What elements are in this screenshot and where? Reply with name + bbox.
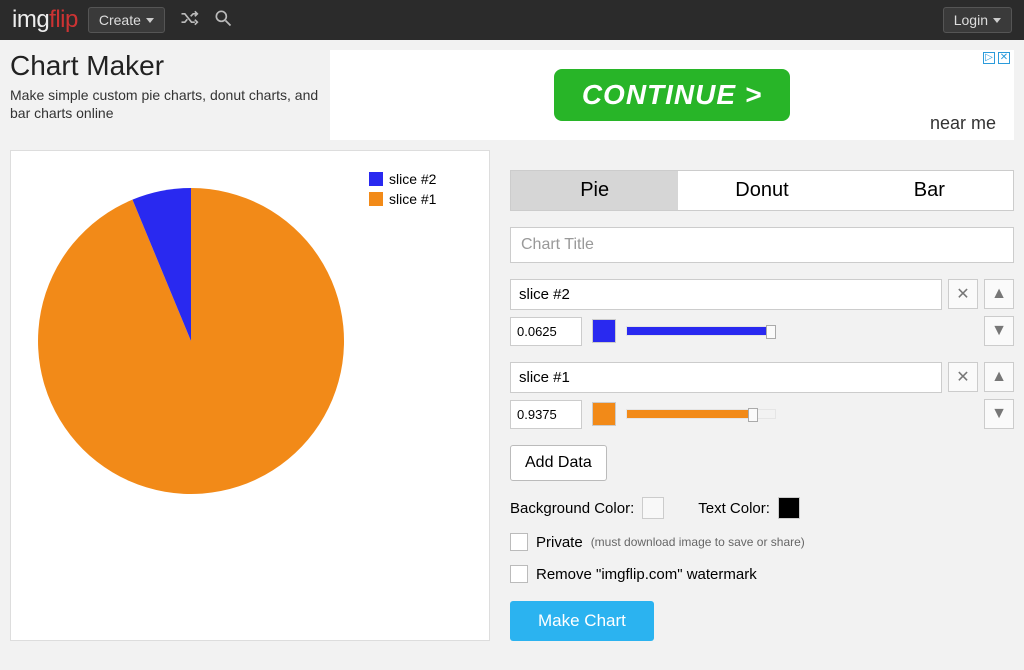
- slice-name-input[interactable]: [510, 362, 942, 393]
- chevron-up-icon: ▲: [991, 285, 1007, 303]
- remove-slice-button[interactable]: ✕: [948, 279, 978, 309]
- login-menu[interactable]: Login: [943, 7, 1012, 33]
- watermark-label: Remove "imgflip.com" watermark: [536, 566, 757, 583]
- legend-swatch: [369, 172, 383, 186]
- move-up-button[interactable]: ▲: [984, 362, 1014, 392]
- slice-value-input[interactable]: [510, 400, 582, 429]
- tab-bar[interactable]: Bar: [846, 171, 1013, 210]
- slider-fill: [627, 327, 771, 335]
- chart-type-tabs: Pie Donut Bar: [510, 170, 1014, 211]
- slice-value-slider[interactable]: [626, 409, 776, 419]
- add-data-button[interactable]: Add Data: [510, 445, 607, 481]
- pie-slice-1: [38, 188, 344, 494]
- move-up-button[interactable]: ▲: [984, 279, 1014, 309]
- slice-value-slider[interactable]: [626, 326, 776, 336]
- chevron-down-icon: [146, 18, 154, 23]
- private-hint: (must download image to save or share): [591, 535, 805, 549]
- chevron-down-icon: ▼: [991, 322, 1007, 340]
- legend-label: slice #2: [389, 171, 436, 187]
- page-subtitle: Make simple custom pie charts, donut cha…: [10, 86, 320, 122]
- main: slice #2 slice #1 Pie Donut Bar ✕ ▲: [0, 150, 1024, 661]
- tab-pie[interactable]: Pie: [511, 171, 678, 210]
- private-label: Private: [536, 534, 583, 551]
- close-icon: ✕: [956, 284, 969, 304]
- close-icon: ✕: [956, 367, 969, 387]
- search-icon[interactable]: [213, 8, 233, 33]
- ad-banner[interactable]: ▷ ✕ CONTINUE > near me: [330, 50, 1014, 140]
- legend-label: slice #1: [389, 191, 436, 207]
- slice-value-input[interactable]: [510, 317, 582, 346]
- page-title: Chart Maker: [10, 50, 320, 82]
- slider-thumb[interactable]: [748, 408, 758, 422]
- logo-b: flip: [49, 6, 78, 33]
- ad-close-icon[interactable]: ✕: [998, 52, 1010, 64]
- slider-fill: [627, 410, 753, 418]
- legend-swatch: [369, 192, 383, 206]
- make-chart-button[interactable]: Make Chart: [510, 601, 654, 641]
- private-checkbox[interactable]: [510, 533, 528, 551]
- controls-panel: Pie Donut Bar ✕ ▲ ▼: [510, 150, 1014, 641]
- legend-item: slice #2: [369, 171, 436, 187]
- legend-item: slice #1: [369, 191, 436, 207]
- create-label: Create: [99, 12, 141, 28]
- textcolor-label: Text Color:: [698, 500, 770, 517]
- slice-block: ✕ ▲ ▼: [510, 279, 1014, 346]
- ad-continue-button[interactable]: CONTINUE >: [554, 69, 790, 121]
- logo[interactable]: imgflip: [12, 6, 78, 34]
- chart-preview-panel: slice #2 slice #1: [10, 150, 490, 641]
- tab-donut[interactable]: Donut: [678, 171, 845, 210]
- header-row: Chart Maker Make simple custom pie chart…: [0, 40, 1024, 150]
- slice-block: ✕ ▲ ▼: [510, 362, 1014, 429]
- chart-legend: slice #2 slice #1: [369, 171, 436, 620]
- topbar: imgflip Create Login: [0, 0, 1024, 40]
- remove-slice-button[interactable]: ✕: [948, 362, 978, 392]
- ad-info-icon[interactable]: ▷: [983, 52, 995, 64]
- login-label: Login: [954, 12, 988, 28]
- logo-a: img: [12, 6, 49, 33]
- chevron-up-icon: ▲: [991, 368, 1007, 386]
- slice-name-input[interactable]: [510, 279, 942, 310]
- chart-title-input[interactable]: [510, 227, 1014, 263]
- chevron-down-icon: ▼: [991, 405, 1007, 423]
- slider-thumb[interactable]: [766, 325, 776, 339]
- watermark-checkbox[interactable]: [510, 565, 528, 583]
- ad-subtext: near me: [930, 113, 996, 134]
- shuffle-icon[interactable]: [179, 8, 199, 33]
- bgcolor-label: Background Color:: [510, 500, 634, 517]
- move-down-button[interactable]: ▼: [984, 316, 1014, 346]
- create-menu[interactable]: Create: [88, 7, 165, 33]
- move-down-button[interactable]: ▼: [984, 399, 1014, 429]
- slice-color-swatch[interactable]: [592, 402, 616, 426]
- chevron-down-icon: [993, 18, 1001, 23]
- pie-chart: [21, 171, 361, 511]
- bgcolor-swatch[interactable]: [642, 497, 664, 519]
- textcolor-swatch[interactable]: [778, 497, 800, 519]
- slice-color-swatch[interactable]: [592, 319, 616, 343]
